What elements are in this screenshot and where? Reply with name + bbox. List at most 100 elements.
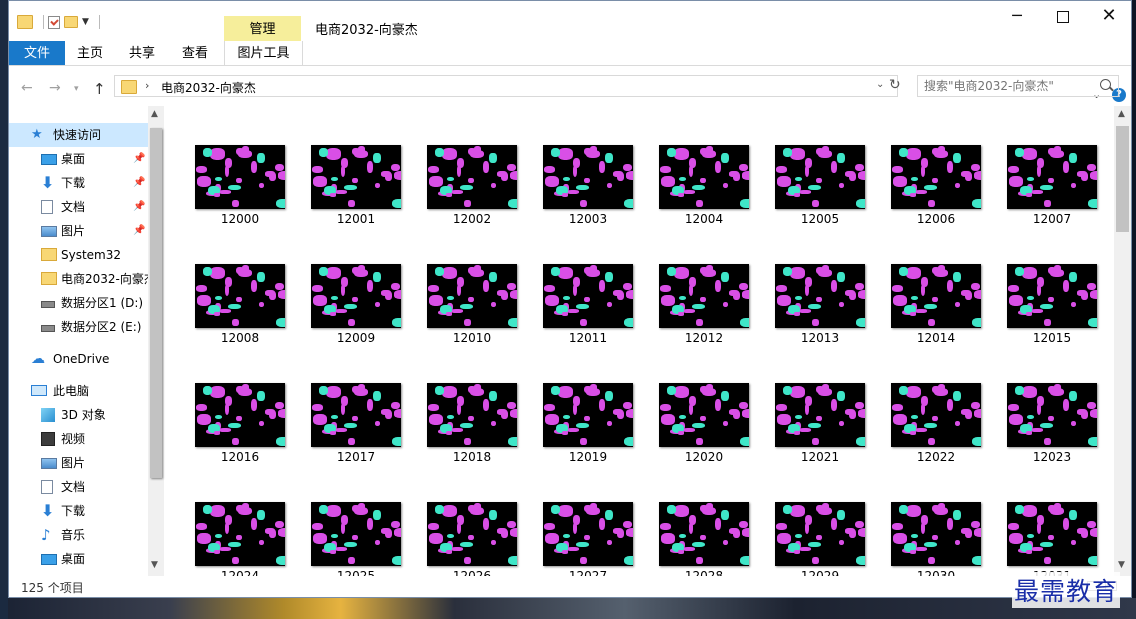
nav-item[interactable]: 桌面 📌: [9, 147, 149, 171]
file-tile[interactable]: 12026: [424, 502, 520, 576]
file-tile[interactable]: 12018: [424, 383, 520, 491]
pin-icon[interactable]: 📌: [133, 147, 145, 171]
image-thumbnail[interactable]: [311, 145, 401, 209]
file-name[interactable]: 12029: [772, 569, 868, 576]
customize-toolbar-chevron-icon[interactable]: ▼: [82, 17, 89, 27]
file-tile[interactable]: 12008: [192, 264, 288, 372]
image-thumbnail[interactable]: [659, 145, 749, 209]
scroll-down-icon[interactable]: ▼: [151, 560, 158, 570]
refresh-icon[interactable]: ↻: [889, 77, 901, 93]
navigation-pane-scrollbar[interactable]: ▲ ▼: [148, 106, 164, 576]
nav-quick-access[interactable]: ★ 快速访问: [9, 123, 149, 147]
image-thumbnail[interactable]: [311, 383, 401, 447]
file-tile[interactable]: 12003: [540, 145, 636, 253]
file-name[interactable]: 12026: [424, 569, 520, 576]
nav-item[interactable]: 数据分区2 (E:): [9, 315, 149, 339]
image-thumbnail[interactable]: [1007, 264, 1097, 328]
file-name[interactable]: 12021: [772, 450, 868, 464]
tab-share[interactable]: 共享: [117, 41, 167, 65]
file-name[interactable]: 12008: [192, 331, 288, 345]
address-history-chevron-icon[interactable]: ⌄: [876, 79, 884, 90]
file-tile[interactable]: 12019: [540, 383, 636, 491]
new-folder-icon[interactable]: [64, 16, 78, 28]
image-thumbnail[interactable]: [891, 383, 981, 447]
nav-onedrive[interactable]: ☁ OneDrive: [9, 347, 149, 371]
file-tile[interactable]: 12020: [656, 383, 752, 491]
image-thumbnail[interactable]: [1007, 502, 1097, 566]
image-thumbnail[interactable]: [427, 264, 517, 328]
nav-item[interactable]: 电商2032-向豪杰: [9, 267, 149, 291]
file-name[interactable]: 12016: [192, 450, 288, 464]
tab-picture-tools[interactable]: 图片工具: [224, 41, 303, 65]
file-name[interactable]: 12005: [772, 212, 868, 226]
image-thumbnail[interactable]: [311, 502, 401, 566]
file-name[interactable]: 12011: [540, 331, 636, 345]
nav-item[interactable]: ⬇ 下载: [9, 499, 149, 523]
file-name[interactable]: 12018: [424, 450, 520, 464]
file-tile[interactable]: 12005: [772, 145, 868, 253]
image-thumbnail[interactable]: [427, 145, 517, 209]
file-tile[interactable]: 12030: [888, 502, 984, 576]
file-name[interactable]: 12015: [1004, 331, 1100, 345]
file-name[interactable]: 12024: [192, 569, 288, 576]
file-tile[interactable]: 12006: [888, 145, 984, 253]
image-thumbnail[interactable]: [427, 383, 517, 447]
file-tile[interactable]: 12015: [1004, 264, 1100, 372]
image-thumbnail[interactable]: [311, 264, 401, 328]
file-name[interactable]: 12013: [772, 331, 868, 345]
nav-item[interactable]: ⬇ 下载 📌: [9, 171, 149, 195]
image-thumbnail[interactable]: [195, 264, 285, 328]
nav-item[interactable]: System32: [9, 243, 149, 267]
image-thumbnail[interactable]: [891, 264, 981, 328]
file-name[interactable]: 12007: [1004, 212, 1100, 226]
image-thumbnail[interactable]: [891, 502, 981, 566]
nav-item[interactable]: ♪ 音乐: [9, 523, 149, 547]
search-input[interactable]: [924, 78, 1094, 94]
file-tile[interactable]: 12009: [308, 264, 404, 372]
file-name[interactable]: 12028: [656, 569, 752, 576]
file-tile[interactable]: 12027: [540, 502, 636, 576]
file-name[interactable]: 12002: [424, 212, 520, 226]
file-tile[interactable]: 12004: [656, 145, 752, 253]
image-thumbnail[interactable]: [1007, 145, 1097, 209]
close-button[interactable]: ✕: [1086, 1, 1132, 33]
nav-item[interactable]: 图片 📌: [9, 219, 149, 243]
file-tile[interactable]: 12000: [192, 145, 288, 253]
file-tile[interactable]: 12024: [192, 502, 288, 576]
file-list-scrollbar[interactable]: ▲ ▼: [1114, 106, 1131, 576]
address-bar[interactable]: › 电商2032-向豪杰 ⌄ ↻: [114, 75, 901, 97]
file-name[interactable]: 12017: [308, 450, 404, 464]
file-name[interactable]: 12012: [656, 331, 752, 345]
image-thumbnail[interactable]: [543, 383, 633, 447]
breadcrumb-current-folder[interactable]: 电商2032-向豪杰: [161, 79, 256, 96]
forward-arrow-icon[interactable]: →: [49, 80, 61, 96]
file-tile[interactable]: 12012: [656, 264, 752, 372]
file-tile[interactable]: 12011: [540, 264, 636, 372]
file-tile[interactable]: 12017: [308, 383, 404, 491]
pin-icon[interactable]: 📌: [133, 195, 145, 219]
image-thumbnail[interactable]: [891, 145, 981, 209]
nav-item[interactable]: 图片: [9, 451, 149, 475]
back-arrow-icon[interactable]: ←: [21, 80, 33, 96]
image-thumbnail[interactable]: [775, 145, 865, 209]
nav-this-pc[interactable]: 此电脑: [9, 379, 149, 403]
file-tile[interactable]: 12016: [192, 383, 288, 491]
file-tile[interactable]: 12029: [772, 502, 868, 576]
nav-item[interactable]: 视频: [9, 427, 149, 451]
file-name[interactable]: 12006: [888, 212, 984, 226]
file-tile[interactable]: 12002: [424, 145, 520, 253]
file-tile[interactable]: 12010: [424, 264, 520, 372]
image-thumbnail[interactable]: [543, 502, 633, 566]
file-tile[interactable]: 12007: [1004, 145, 1100, 253]
file-name[interactable]: 12019: [540, 450, 636, 464]
breadcrumb-chevron-icon[interactable]: ›: [145, 79, 149, 92]
image-thumbnail[interactable]: [195, 383, 285, 447]
nav-item[interactable]: 文档: [9, 475, 149, 499]
file-name[interactable]: 12001: [308, 212, 404, 226]
image-thumbnail[interactable]: [775, 383, 865, 447]
search-icon[interactable]: [1100, 79, 1111, 90]
file-tile[interactable]: 12022: [888, 383, 984, 491]
properties-icon[interactable]: [48, 15, 60, 29]
file-name[interactable]: 12025: [308, 569, 404, 576]
file-name[interactable]: 12010: [424, 331, 520, 345]
